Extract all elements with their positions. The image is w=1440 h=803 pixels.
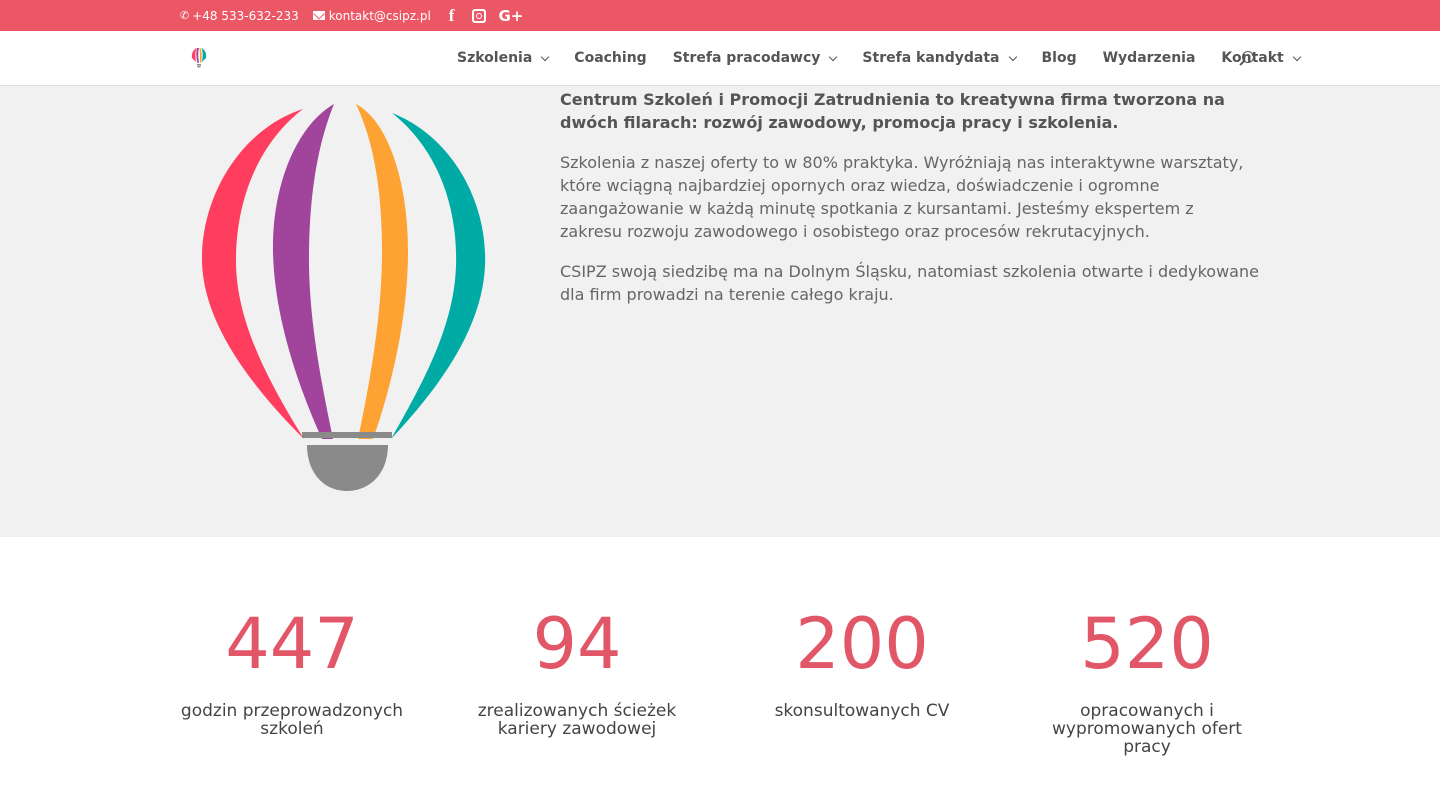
- nav-item-blog[interactable]: Blog: [1042, 50, 1077, 66]
- stat-label: skonsultowanych CV: [774, 701, 950, 721]
- chevron-down-icon: [541, 52, 550, 61]
- stat-label: godzin przeprowadzonych szkoleń: [180, 701, 404, 739]
- nav-item-strefa-pracodawcy[interactable]: Strefa pracodawcy: [672, 50, 838, 66]
- nav-item-wydarzenia[interactable]: Wydarzenia: [1103, 50, 1196, 66]
- stat-number: 447: [225, 603, 359, 685]
- phone-icon: ✆: [180, 9, 190, 22]
- main-nav: Szkolenia Coaching Strefa pracodawcy Str…: [457, 31, 1326, 85]
- nav-label: Wydarzenia: [1102, 50, 1196, 66]
- chevron-down-icon: [1292, 52, 1302, 61]
- nav-item-szkolenia[interactable]: Szkolenia: [457, 50, 550, 66]
- nav-item-strefa-kandydata[interactable]: Strefa kandydata: [862, 50, 1017, 66]
- logo-balloon-icon[interactable]: [189, 47, 209, 71]
- nav-label: Blog: [1041, 50, 1077, 66]
- nav-label: Coaching: [574, 50, 647, 66]
- stat-label: zrealizowanych ścieżek kariery zawodowej: [477, 701, 677, 739]
- about-paragraph-2: CSIPZ swoją siedzibę ma na Dolnym Śląsku…: [560, 262, 1259, 304]
- stat-number: 94: [532, 603, 622, 685]
- about-text: Centrum Szkoleń i Promocji Zatrudnienia …: [560, 88, 1260, 323]
- top-bar-contact: ✆ +48 533-632-233 kontakt@csipz.pl f G+: [180, 0, 523, 31]
- nav-label: Szkolenia: [457, 50, 533, 66]
- stat-number: 200: [795, 603, 929, 685]
- phone-link[interactable]: ✆ +48 533-632-233: [180, 9, 299, 23]
- nav-label: Strefa kandydata: [862, 50, 1000, 66]
- chevron-down-icon: [1008, 52, 1017, 61]
- email-address: kontakt@csipz.pl: [328, 8, 431, 23]
- envelope-icon: [312, 11, 325, 20]
- stat-counter: 200 skonsultowanych CV: [747, 600, 977, 720]
- stat-counter: 447 godzin przeprowadzonych szkoleń: [177, 600, 407, 738]
- phone-number: +48 533-632-233: [192, 8, 299, 23]
- stat-number: 520: [1080, 603, 1214, 685]
- stat-counter: 94 zrealizowanych ścieżek kariery zawodo…: [462, 600, 692, 738]
- top-bar: ✆ +48 533-632-233 kontakt@csipz.pl f G+: [0, 0, 1440, 31]
- nav-item-coaching[interactable]: Coaching: [574, 50, 646, 66]
- chevron-down-icon: [829, 52, 838, 61]
- email-link[interactable]: kontakt@csipz.pl: [312, 8, 431, 23]
- about-lead: Centrum Szkoleń i Promocji Zatrudnienia …: [560, 90, 1225, 132]
- main-header: Szkolenia Coaching Strefa pracodawcy Str…: [0, 31, 1440, 85]
- about-paragraph-1: Szkolenia z naszej oferty to w 80% prakt…: [560, 153, 1244, 241]
- facebook-icon[interactable]: f: [449, 6, 455, 26]
- instagram-icon[interactable]: [472, 8, 487, 23]
- stat-counter: 520 opracowanych i wypromowanych ofert p…: [1032, 600, 1262, 756]
- nav-label: Strefa pracodawcy: [672, 50, 821, 66]
- hot-air-balloon-illustration: [201, 104, 486, 491]
- nav-item-kontakt[interactable]: Kontakt: [1221, 50, 1302, 66]
- google-plus-icon[interactable]: G+: [498, 7, 523, 25]
- about-section: Centrum Szkoleń i Promocji Zatrudnienia …: [0, 85, 1440, 537]
- stat-label: opracowanych i wypromowanych ofert pracy: [1052, 701, 1242, 757]
- search-icon[interactable]: [1242, 51, 1254, 63]
